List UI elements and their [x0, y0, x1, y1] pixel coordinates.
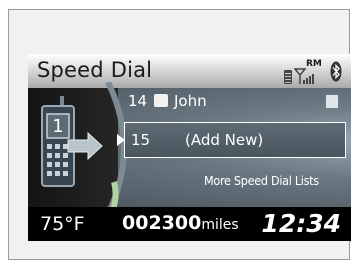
phonebook-icon — [325, 94, 339, 109]
contact-icon — [154, 94, 168, 107]
selection-arrow-icon — [117, 134, 125, 146]
clock: 12:34 — [261, 209, 341, 238]
infotainment-screen: Speed Dial RM 1 14 John 15 (Add New) Mor… — [28, 54, 351, 241]
outside-temperature: 75°F — [40, 213, 85, 235]
page-title: Speed Dial — [37, 58, 153, 82]
svg-text:1: 1 — [52, 116, 63, 137]
speed-dial-list-area: 1 14 John 15 (Add New) More Speed Dial L… — [28, 82, 351, 214]
odometer-unit: miles — [201, 217, 239, 233]
odometer-value: 002300 — [122, 212, 202, 234]
phone-battery-icon — [284, 70, 292, 84]
bluetooth-icon — [330, 61, 342, 82]
display-frame: Speed Dial RM 1 14 John 15 (Add New) Mor… — [8, 9, 351, 260]
roaming-indicator: RM — [306, 59, 322, 69]
odometer: 002300miles — [122, 212, 239, 234]
signal-strength-icon — [294, 68, 314, 84]
list-item[interactable]: 14 John — [120, 88, 351, 116]
add-new-speed-dial-item[interactable]: 15 (Add New) — [117, 122, 346, 158]
speed-dial-number: 15 — [131, 131, 151, 149]
header-bar: Speed Dial RM — [28, 54, 351, 88]
contact-name: John — [174, 92, 207, 110]
left-pane: 1 — [28, 82, 127, 214]
speed-dial-number: 14 — [128, 92, 148, 110]
more-speed-dial-lists-item[interactable]: More Speed Dial Lists — [204, 173, 351, 188]
add-new-label: (Add New) — [185, 131, 264, 149]
status-footer: 75°F 002300miles 12:34 — [28, 207, 351, 241]
